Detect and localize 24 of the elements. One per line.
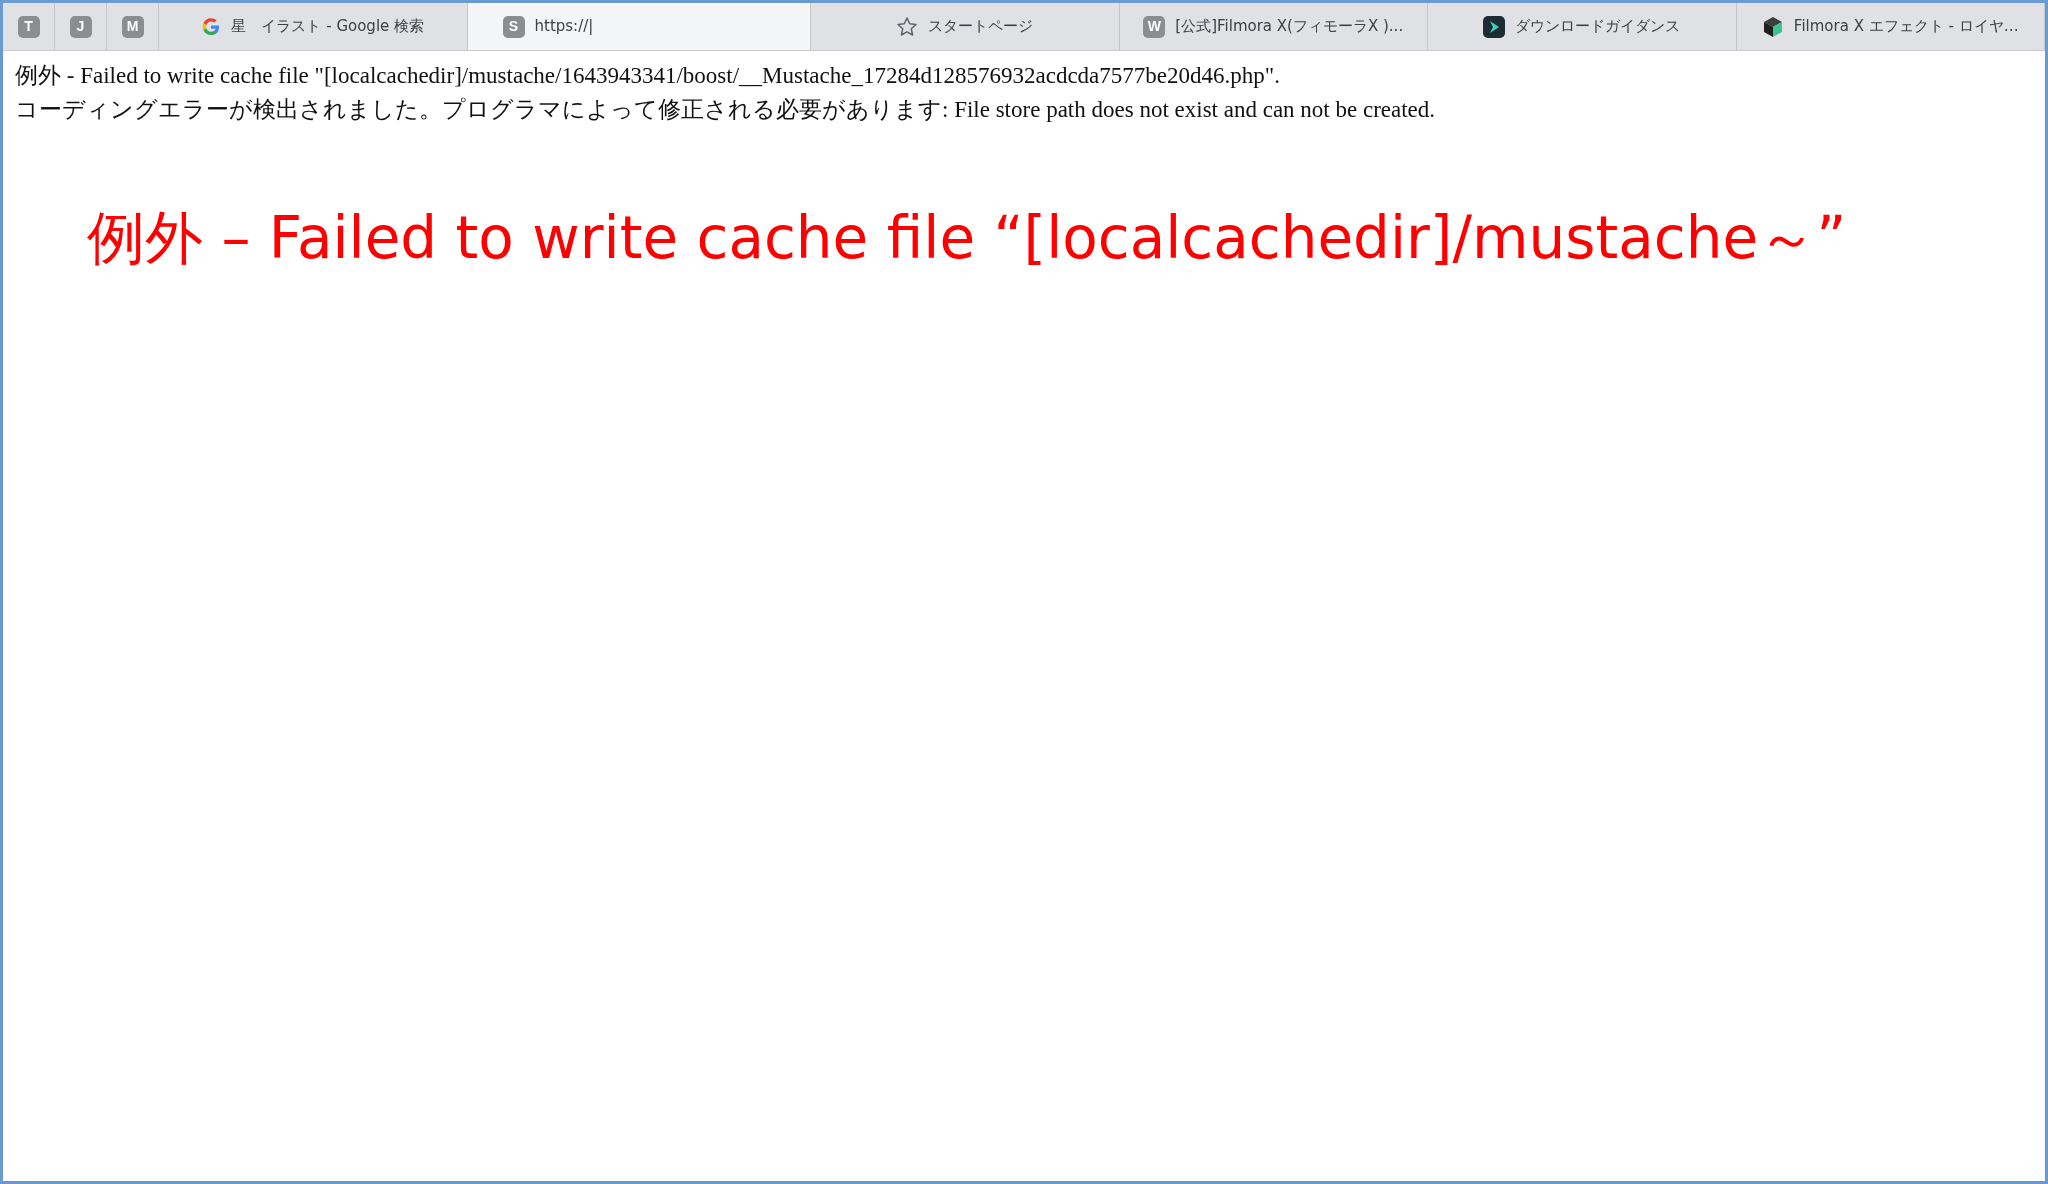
letter-icon: W bbox=[1143, 15, 1166, 38]
browser-tab[interactable]: スタートページ bbox=[811, 3, 1120, 50]
browser-tab[interactable]: ダウンロードガイダンス bbox=[1428, 3, 1737, 50]
error-message: 例外 - Failed to write cache file "[localcachedir]/mustache/1643943341/boost/__Mustache_17284d128576932acdcda7577be20d46.php". bbox=[15, 62, 1281, 90]
tab-title: 星 イラスト - Google 検索 bbox=[231, 16, 425, 38]
tab-title: [公式]Filmora X(フィモーラX )... bbox=[1175, 16, 1404, 38]
cube-icon bbox=[1761, 15, 1784, 38]
browser-tab[interactable]: Filmora X エフェクト - ロイヤ… bbox=[1736, 3, 2045, 50]
tab-title: https://| bbox=[534, 16, 594, 38]
tab-title: ダウンロードガイダンス bbox=[1515, 16, 1681, 38]
google-logo-icon bbox=[201, 16, 222, 37]
caption-text: 例外 – Failed to write cache file “[localcachedir]/mustache～” bbox=[87, 204, 1847, 272]
letter-icon: J bbox=[69, 15, 92, 38]
browser-tab[interactable]: W [公式]Filmora X(フィモーラX )... bbox=[1119, 3, 1428, 50]
tab-title: スタートページ bbox=[928, 16, 1034, 38]
letter-icon: T bbox=[17, 15, 40, 38]
browser-tab[interactable]: 星 イラスト - Google 検索 bbox=[159, 3, 468, 50]
error-message: コーディングエラーが検出されました。プログラマによって修正される必要があります: File store path does not exist and can not be created. bbox=[15, 96, 1437, 124]
star-icon bbox=[896, 15, 919, 38]
letter-icon: S bbox=[502, 15, 525, 38]
tab-title: Filmora X エフェクト - ロイヤ… bbox=[1793, 16, 2019, 38]
browser-tab[interactable]: S https://| bbox=[467, 3, 811, 50]
play-logo-icon bbox=[1483, 15, 1506, 38]
letter-icon: M bbox=[121, 15, 144, 38]
